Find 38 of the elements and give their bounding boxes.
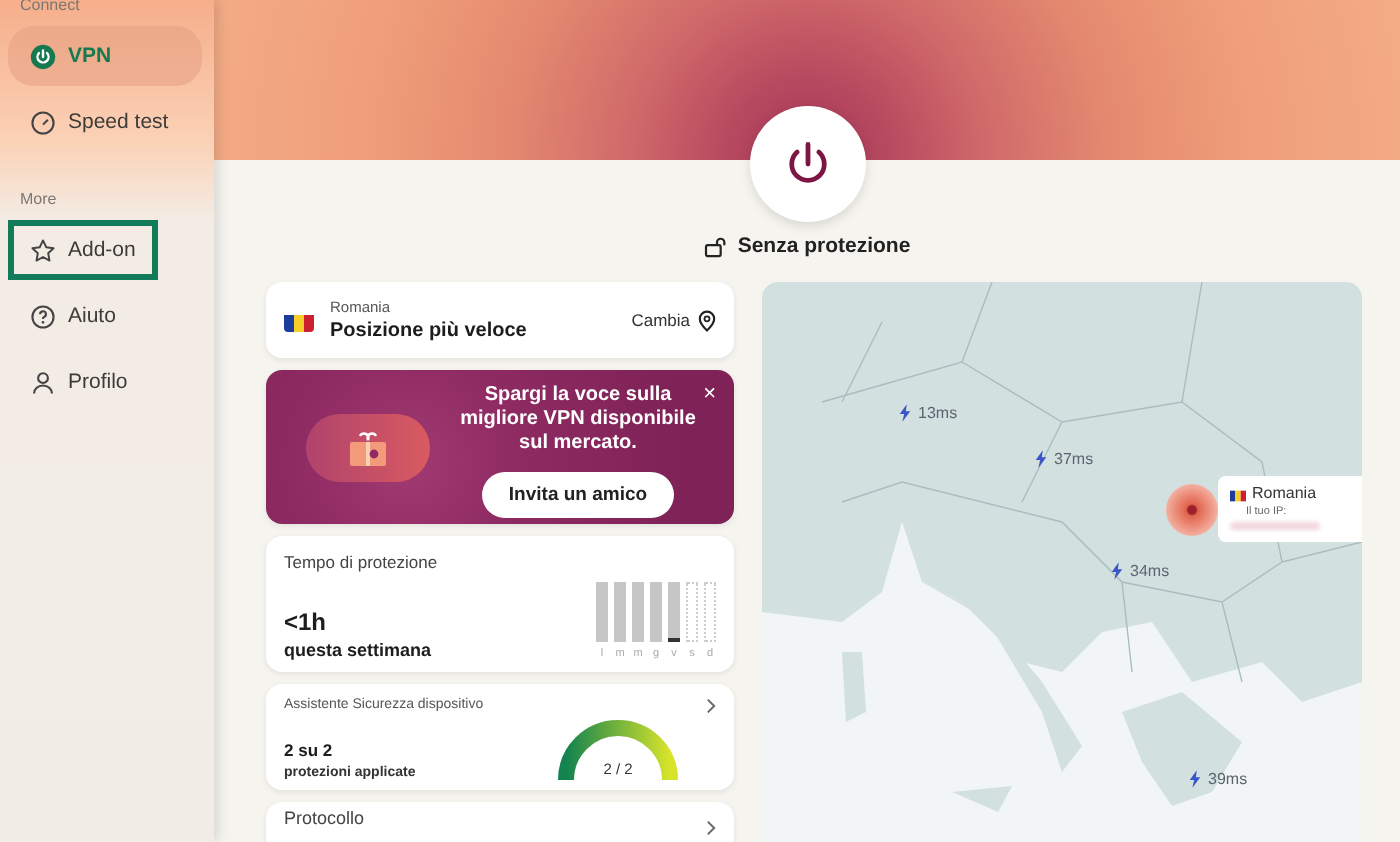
section-label: More [18, 190, 59, 208]
gift-drawing [306, 413, 430, 481]
person-icon [30, 369, 56, 395]
chevron-icon[interactable] [706, 820, 716, 836]
lightning-icon [1110, 562, 1124, 580]
power-icon [30, 43, 56, 69]
change-location-button[interactable]: Cambia [631, 309, 716, 331]
lightning-icon [898, 404, 912, 422]
card-title: Protocollo [284, 810, 365, 832]
protection-time-value: <1h [284, 608, 329, 636]
blurred-ip-address [1230, 522, 1320, 530]
protection-count: 2 su 2 [284, 740, 335, 760]
chevron-icon[interactable] [706, 698, 716, 718]
ping-label: 37ms [1054, 450, 1094, 468]
star-icon [30, 237, 56, 263]
lightning-icon [1034, 450, 1048, 468]
protection-time-caption: questa settimana [284, 640, 434, 660]
popup-country: Romania [1252, 484, 1317, 502]
romania-flag-icon [1230, 487, 1246, 499]
server-name: Posizione più veloce [330, 320, 529, 342]
ping-label: 13ms [918, 404, 958, 422]
invite-friend-button[interactable]: Invita un amico [482, 472, 674, 518]
status-text: Senza protezione [737, 234, 911, 258]
ping-label: 39ms [1208, 770, 1248, 788]
help-icon [30, 303, 56, 329]
promo-text: Spargi la voce sulla migliore VPN disponibile sul mercato. [458, 384, 698, 456]
ping-label: 34ms [1130, 562, 1170, 580]
card-title: Tempo di protezione [284, 552, 440, 572]
lightning-icon [1188, 770, 1202, 788]
close-button[interactable]: × [703, 382, 716, 406]
romania-flag-icon [284, 309, 314, 331]
location-pin-icon [698, 309, 716, 331]
gauge-icon [30, 109, 56, 135]
sidebar-item[interactable]: Add-on [8, 220, 158, 280]
sidebar-item[interactable]: Profilo [8, 352, 202, 412]
sidebar-item[interactable]: Aiuto [8, 286, 202, 346]
sidebar-item[interactable]: Speed test [8, 92, 202, 152]
unlocked-icon [703, 235, 730, 257]
